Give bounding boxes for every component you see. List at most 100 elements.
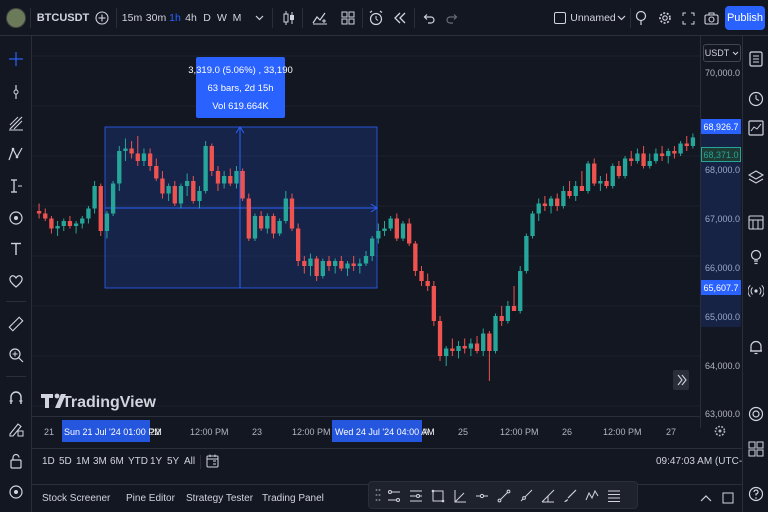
alert-button[interactable] [366, 0, 386, 36]
layout-name[interactable]: Unnamed [570, 0, 616, 36]
interval-d[interactable]: D [200, 0, 214, 36]
icons-tool[interactable] [4, 269, 28, 293]
trend-line-tool[interactable] [4, 80, 28, 104]
time-scale[interactable]: 21 22 12:00 PM 23 12:00 PM A 25 12:00 PM… [32, 416, 726, 446]
redo-button[interactable] [442, 0, 462, 36]
clock-timezone[interactable]: 09:47:03 AM (UTC-5) [656, 456, 751, 467]
fullscreen-button[interactable] [679, 0, 697, 36]
range-5y[interactable]: 5Y [167, 456, 179, 467]
angle-icon[interactable] [453, 489, 467, 503]
shapes-tool[interactable] [4, 206, 28, 230]
drag-handle-icon[interactable] [375, 488, 381, 502]
trend-line-icon [13, 85, 19, 99]
interval-1h[interactable]: 1h [168, 0, 182, 36]
zoom-tool[interactable] [4, 343, 28, 367]
chevron-up-icon[interactable] [700, 493, 712, 503]
data-window-button[interactable] [744, 116, 768, 140]
compare-symbol-button[interactable] [92, 0, 112, 36]
range-3m[interactable]: 3M [93, 456, 107, 467]
crosshair-tool[interactable] [4, 47, 28, 71]
measure-tool[interactable] [4, 312, 28, 336]
tab-trading-panel[interactable]: Trading Panel [262, 493, 324, 504]
range-5d[interactable]: 5D [59, 456, 72, 467]
candle-body [191, 181, 196, 201]
candle-body [629, 158, 634, 161]
currency-selector[interactable]: USDT [703, 44, 741, 62]
publish-button[interactable]: Publish [725, 6, 765, 30]
parallel-channel-icon[interactable] [387, 489, 401, 503]
interval-30m[interactable]: 30m [145, 0, 167, 36]
streams-button[interactable] [744, 279, 768, 303]
range-all[interactable]: All [184, 456, 195, 467]
price-range-icon[interactable] [409, 489, 423, 503]
range-1d[interactable]: 1D [42, 456, 55, 467]
help-button[interactable] [744, 402, 768, 426]
range-ytd[interactable]: YTD [128, 456, 148, 467]
layout-checkbox[interactable] [552, 0, 568, 36]
candle-body [536, 203, 541, 214]
tab-stock-screener[interactable]: Stock Screener [42, 493, 110, 504]
horizontal-line-icon[interactable] [475, 489, 489, 503]
time-label: 21 [44, 427, 55, 437]
range-1m[interactable]: 1M [76, 456, 90, 467]
interval-4h[interactable]: 4h [184, 0, 198, 36]
symbol-search-button[interactable]: BTCUSDT [36, 0, 90, 36]
calendar-icon[interactable] [206, 454, 219, 468]
rectangle-icon[interactable] [431, 489, 445, 503]
undo-button[interactable] [418, 0, 438, 36]
replay-button[interactable] [390, 0, 410, 36]
watchlist-button[interactable] [744, 47, 768, 71]
indicators-button[interactable] [306, 0, 334, 36]
magnet-tool[interactable] [4, 386, 28, 410]
tab-pine-editor[interactable]: Pine Editor [126, 493, 175, 504]
floating-drawing-toolbar [368, 481, 638, 509]
templates-button[interactable] [338, 0, 358, 36]
chart-type-button[interactable] [280, 0, 298, 36]
alerts-button[interactable] [744, 87, 768, 111]
price-chart[interactable]: 3,319.0 (5.06%) , 33,190 63 bars, 2d 15h… [32, 36, 700, 416]
time-scale-settings-icon[interactable] [714, 425, 726, 437]
object-tree-button[interactable] [744, 165, 768, 189]
hide-drawings-tool[interactable] [4, 480, 28, 504]
magnet-icon [9, 391, 23, 404]
quick-search-button[interactable] [633, 0, 651, 36]
interval-dropdown[interactable] [252, 0, 266, 36]
fib-retracement-icon[interactable] [607, 489, 621, 503]
text-tool[interactable] [4, 237, 28, 261]
interval-m[interactable]: M [230, 0, 244, 36]
elliott-wave-icon[interactable] [585, 489, 599, 503]
candle-body [228, 176, 233, 184]
lock-drawings-tool[interactable] [4, 449, 28, 473]
brush-icon[interactable] [563, 489, 577, 503]
candle-body [240, 171, 245, 199]
time-label: 26 [562, 427, 573, 437]
fib-tool[interactable] [4, 111, 28, 135]
interval-w[interactable]: W [215, 0, 229, 36]
prediction-tool[interactable] [4, 174, 28, 198]
snapshot-button[interactable] [702, 0, 720, 36]
settings-button[interactable] [656, 0, 674, 36]
help-center-button[interactable] [744, 482, 768, 506]
stay-in-drawing-tool[interactable] [4, 417, 28, 441]
layout-dropdown[interactable] [614, 0, 628, 36]
user-avatar[interactable] [4, 0, 28, 36]
range-1y[interactable]: 1Y [150, 456, 162, 467]
tab-strategy-tester[interactable]: Strategy Tester [186, 493, 253, 504]
ideas-button[interactable] [744, 245, 768, 269]
candle-body [209, 146, 214, 171]
ray-icon[interactable] [519, 489, 533, 503]
pattern-tool[interactable] [4, 142, 28, 166]
trend-line-icon[interactable] [497, 489, 511, 503]
notifications-button[interactable] [744, 335, 768, 359]
candle-body [283, 198, 288, 221]
candle-body [659, 153, 665, 156]
candle-body [499, 316, 504, 321]
price-scale[interactable]: USDT 70,000.0 68,000.0 67,000.0 66,000.0… [700, 36, 742, 428]
hotlists-button[interactable] [744, 210, 768, 234]
maximize-panel-icon[interactable] [722, 492, 734, 504]
question-icon [748, 486, 764, 502]
range-6m[interactable]: 6M [110, 456, 124, 467]
interval-15m[interactable]: 15m [121, 0, 143, 36]
layout-grid-button[interactable] [744, 437, 768, 461]
fib-fan-icon[interactable] [541, 489, 555, 503]
